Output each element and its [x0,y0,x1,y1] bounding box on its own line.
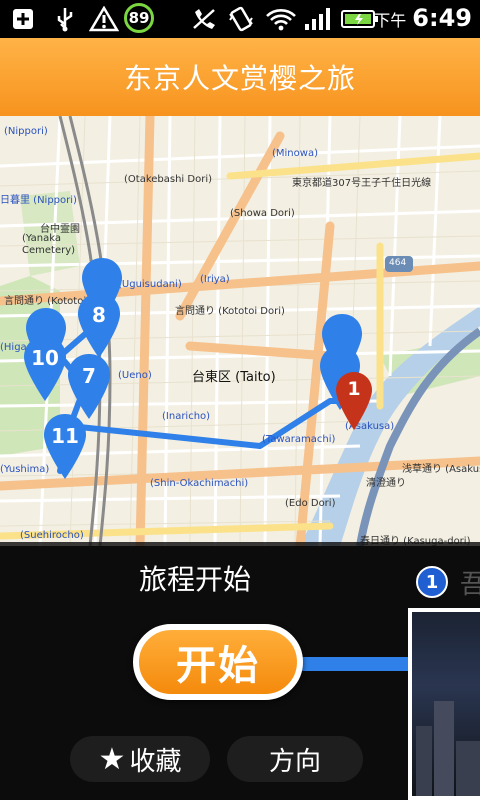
map-label: 言問通り (Kototoi Dori) [175,306,285,317]
map-label: (Yanaka [22,233,61,244]
signal-icon [302,6,334,32]
status-bar: 89 下午 6:49 [0,0,480,38]
stop-title-fragment: 吾 [460,570,480,600]
map-label: (Otakebashi Dori) [124,174,212,185]
favorite-button-label: 收藏 [129,746,182,777]
map-label: 日暮里 (Nippori) [0,195,77,206]
map-label: 清澄通り [366,478,406,489]
stop-thumbnail[interactable] [408,608,480,800]
map-label: (Minowa) [272,148,318,159]
map-label: (Inaricho) [162,411,211,422]
thumbnail-building [416,726,432,796]
map-pin-number: 1 [347,378,361,400]
clock-ampm: 下午 [374,11,407,30]
map-pin-number: 10 [31,346,59,370]
map-label: (Iriya) [200,274,230,285]
add-icon [8,6,38,32]
page-title: 东京人文赏樱之旅 [123,62,356,95]
start-button[interactable]: 开始 [133,624,303,700]
wifi-icon [264,6,298,32]
map-pin-8[interactable]: 8 [76,291,122,361]
map-pin-number: 8 [92,303,106,327]
direction-button-label: 方向 [268,746,321,777]
phone-off-icon [188,6,220,32]
clock-time: 6:49 [412,4,472,32]
map-label: (Nippori) [4,126,48,137]
map-pin-1[interactable]: 1 [334,370,374,434]
itinerary-panel: 旅程开始 开始 ★ 收藏 方向 1 吾 [0,542,480,800]
map-pin-10[interactable]: 10 [22,334,68,404]
clock: 下午 6:49 [374,4,472,34]
map-label: (Showa Dori) [230,208,295,219]
map-label: (Uguisudani) [118,279,182,290]
map-label: (Edo Dori) [285,498,336,509]
stop-index-badge: 1 [416,566,448,598]
map-pin-11[interactable]: 11 [42,412,88,482]
direction-button[interactable]: 方向 [227,736,363,782]
district-label: 台東区 (Taito) [192,370,276,385]
map-label: (Ueno) [118,370,152,381]
header-bar: 东京人文赏樱之旅 [0,38,480,116]
map-label: (Suehirocho) [20,530,84,541]
panel-title: 旅程开始 [138,563,251,596]
battery-percent-indicator: 89 [124,3,154,33]
map-view[interactable]: (Nippori) 日暮里 (Nippori) 台中霊園 (Yanaka Cem… [0,116,480,546]
map-label: (Shin-Okachimachi) [150,478,249,489]
map-pin-number: 7 [82,364,96,388]
vibrate-icon [226,6,256,32]
map-label: (Tawaramachi) [262,434,336,445]
start-button-label: 开始 [176,643,260,689]
map-label: 浅草通り (Asakusa [402,464,480,475]
usb-icon [50,6,80,32]
thumbnail-building [434,701,454,796]
warning-icon [88,6,120,32]
map-label: 東京都道307号王子千住日光線 [292,178,432,189]
highway-number: 464 [389,258,407,268]
route-connector [300,657,415,671]
star-icon: ★ [98,741,126,777]
thumbnail-building [456,741,480,796]
map-pin-number: 11 [51,424,79,448]
map-label: Cemetery) [22,245,76,256]
favorite-button[interactable]: ★ 收藏 [70,736,210,782]
